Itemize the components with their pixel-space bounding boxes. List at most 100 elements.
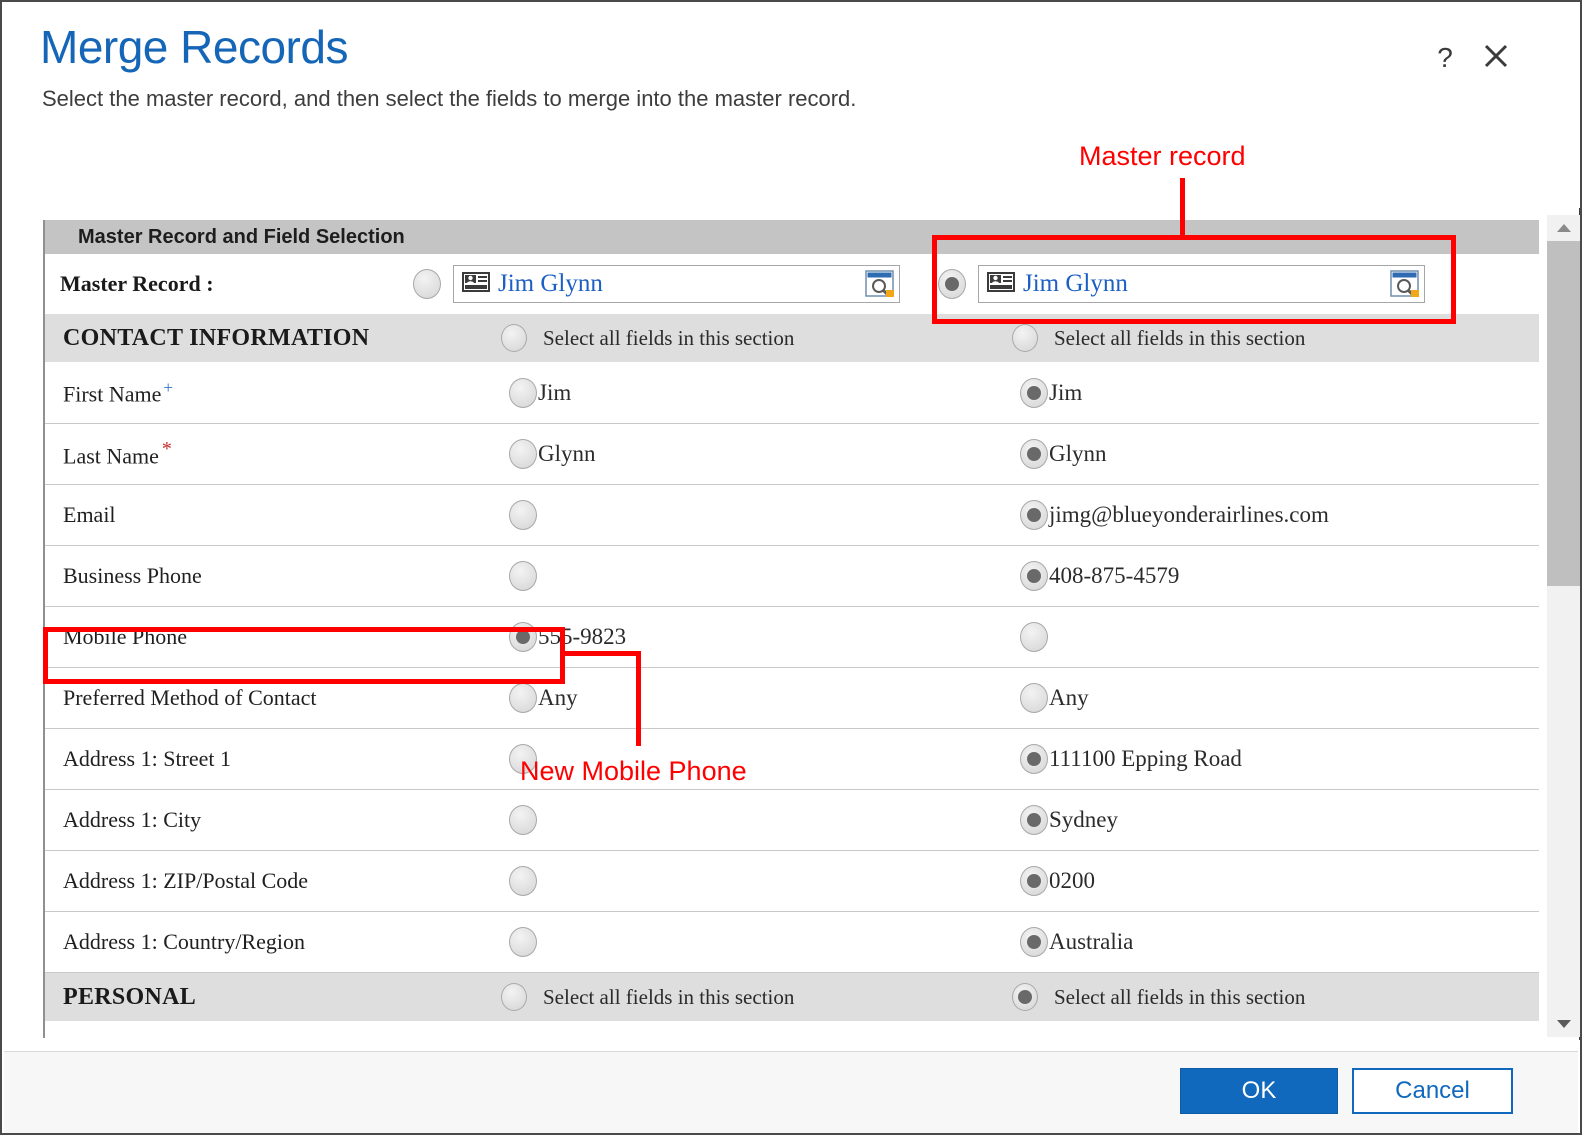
field-radio-b[interactable] [1020,805,1048,835]
field-value-a: Jim [538,380,571,406]
grid-section-header: Master Record and Field Selection [45,220,1539,255]
field-value-b: 111100 Epping Road [1049,746,1242,772]
field-value-cell-b: Sydney [938,805,1463,835]
field-radio-a[interactable] [509,378,537,408]
field-value-cell-b: 0200 [938,866,1463,896]
field-row: Address 1: CitySydney [45,790,1539,851]
merge-grid: Master Record and Field Selection Master… [43,220,1539,1038]
field-radio-a[interactable] [509,744,537,774]
group-select-all-radio-b[interactable] [1012,983,1038,1011]
master-record-cell-b: Jim Glynn [938,265,1463,303]
field-row: Business Phone408-875-4579 [45,546,1539,607]
field-row: Preferred Method of ContactAnyAny [45,668,1539,729]
cancel-button[interactable]: Cancel [1352,1068,1513,1114]
field-radio-a[interactable] [509,439,537,469]
field-radio-b[interactable] [1020,866,1048,896]
field-value-cell-b: 408-875-4579 [938,561,1463,591]
group-select-all-label: Select all fields in this section [1054,326,1305,351]
scroll-down-arrow-icon[interactable] [1547,1011,1581,1037]
field-value-b: Any [1049,685,1089,711]
master-record-cell-a: Jim Glynn [413,265,938,303]
master-record-radio-b[interactable] [938,269,966,299]
grid-scrollbar[interactable] [1546,215,1581,1037]
master-record-name-b: Jim Glynn [1023,270,1128,298]
field-radio-b[interactable] [1020,561,1048,591]
field-value-b: Jim [1049,380,1082,406]
contact-card-icon [462,272,490,297]
master-record-label: Master Record : [45,271,413,297]
field-radio-a[interactable] [509,500,537,530]
master-record-lookup-a[interactable]: Jim Glynn [453,265,900,303]
field-radio-a[interactable] [509,683,537,713]
field-row: Last Name*GlynnGlynn [45,424,1539,485]
scroll-up-arrow-icon[interactable] [1547,215,1581,241]
field-label: Address 1: ZIP/Postal Code [45,868,413,894]
field-marker-plus-icon: + [163,378,173,397]
group-header: CONTACT INFORMATIONSelect all fields in … [45,314,1539,363]
field-value-b: Sydney [1049,807,1118,833]
field-value-cell-b: 111100 Epping Road [938,744,1463,774]
field-label: Email [45,502,413,528]
group-select-all-label: Select all fields in this section [543,985,794,1010]
field-value-cell-a [413,561,938,591]
master-record-lookup-b[interactable]: Jim Glynn [978,265,1425,303]
lookup-search-icon-a[interactable] [865,270,895,298]
page-subtitle: Select the master record, and then selec… [42,86,856,112]
master-record-name-a: Jim Glynn [498,270,603,298]
field-radio-b[interactable] [1020,622,1048,652]
group-select-all-label: Select all fields in this section [1054,985,1305,1010]
field-radio-a[interactable] [509,622,537,652]
group-title: CONTACT INFORMATION [45,325,413,352]
field-value-cell-a: Jim [413,378,938,408]
merge-records-dialog: Merge Records Select the master record, … [0,0,1582,1135]
field-radio-b[interactable] [1020,744,1048,774]
field-label: Preferred Method of Contact [45,685,413,711]
field-value-cell-b: Australia [938,927,1463,957]
field-radio-a[interactable] [509,866,537,896]
grid-section-title: Master Record and Field Selection [45,226,405,249]
field-value-cell-b: Glynn [938,439,1463,469]
ok-button[interactable]: OK [1180,1068,1338,1114]
group-select-all-cell-a: Select all fields in this section [413,983,938,1011]
group-select-all-radio-b[interactable] [1012,324,1038,352]
field-radio-a[interactable] [509,805,537,835]
field-radio-b[interactable] [1020,378,1048,408]
field-marker-required-icon: * [162,438,172,460]
field-value-cell-a [413,866,938,896]
field-value-cell-b: Jim [938,378,1463,408]
group-select-all-radio-a[interactable] [501,324,527,352]
grid-rows: CONTACT INFORMATIONSelect all fields in … [45,314,1539,1022]
group-header: PERSONALSelect all fields in this sectio… [45,973,1539,1022]
field-radio-a[interactable] [509,927,537,957]
field-value-b: 408-875-4579 [1049,563,1179,589]
group-select-all-cell-a: Select all fields in this section [413,324,938,352]
field-radio-a[interactable] [509,561,537,591]
scrollbar-thumb[interactable] [1547,241,1581,586]
field-value-cell-a [413,927,938,957]
field-label: Last Name* [45,438,413,469]
field-radio-b[interactable] [1020,927,1048,957]
field-label: Mobile Phone [45,624,413,650]
field-label: Address 1: Street 1 [45,746,413,772]
field-value-a: 555-9823 [538,624,626,650]
contact-card-icon [987,272,1015,297]
field-row: Email jimg@blueyonderairlines.com [45,485,1539,546]
field-label: First Name+ [45,378,413,407]
field-radio-b[interactable] [1020,683,1048,713]
field-value-cell-b: jimg@blueyonderairlines.com [938,500,1463,530]
group-select-all-cell-b: Select all fields in this section [938,324,1463,352]
help-icon[interactable]: ? [1431,40,1459,76]
field-value-cell-a [413,805,938,835]
field-row: Address 1: Country/RegionAustralia [45,912,1539,973]
close-icon[interactable] [1480,40,1512,76]
group-select-all-radio-a[interactable] [501,983,527,1011]
field-row: First Name+ Jim Jim [45,363,1539,424]
field-value-cell-a: 555-9823 [413,622,938,652]
lookup-search-icon-b[interactable] [1390,270,1420,298]
field-radio-b[interactable] [1020,439,1048,469]
field-row: Mobile Phone 555-9823 [45,607,1539,668]
master-record-radio-a[interactable] [413,269,441,299]
dialog-footer: OK Cancel [4,1051,1578,1134]
field-radio-b[interactable] [1020,500,1048,530]
field-value-cell-a [413,744,938,774]
